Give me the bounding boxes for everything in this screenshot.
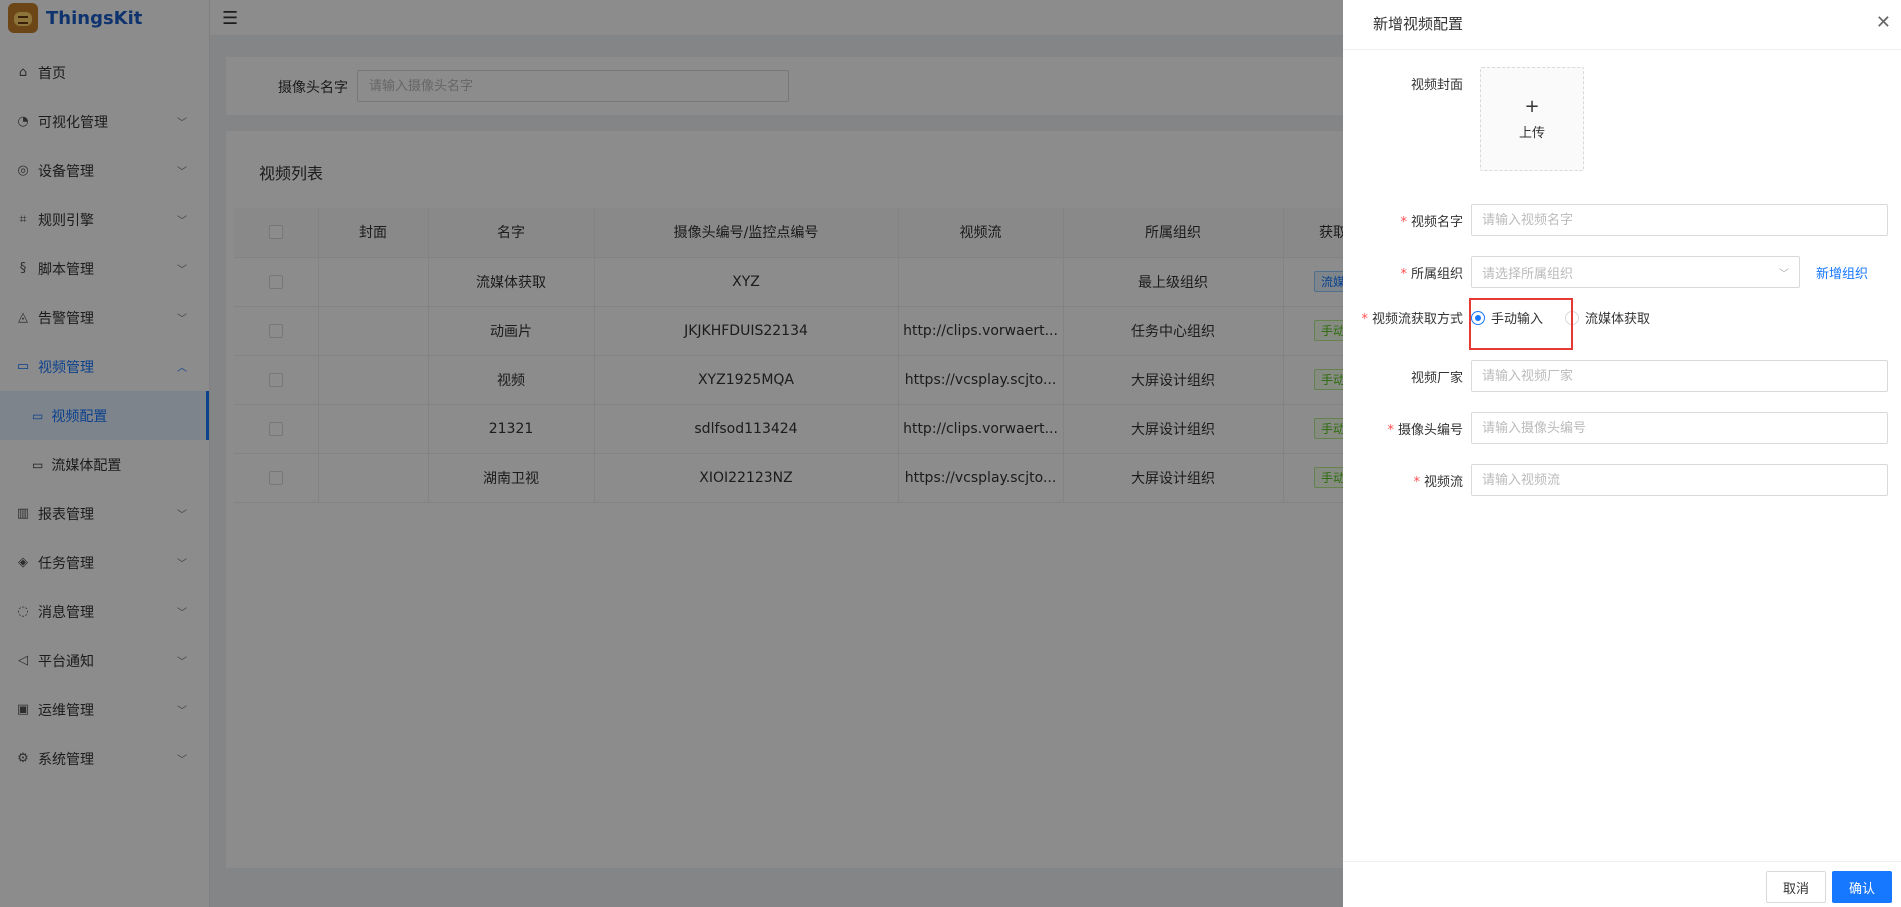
highlight-box <box>1469 298 1573 350</box>
org-select[interactable]: 请选择所属组织 ﹀ <box>1471 256 1800 288</box>
stream-row: * 视频流 <box>1343 464 1888 496</box>
camera-code-label: * 摄像头编号 <box>1387 422 1463 438</box>
video-stream-input[interactable] <box>1471 464 1888 496</box>
camera-code-row: * 摄像头编号 <box>1343 412 1888 444</box>
video-vendor-input[interactable] <box>1471 360 1888 392</box>
drawer-title: 新增视频配置 <box>1373 15 1464 33</box>
org-select-placeholder: 请选择所属组织 <box>1482 266 1574 282</box>
drawer-header: 新增视频配置 ✕ <box>1343 0 1901 50</box>
close-icon[interactable]: ✕ <box>1876 12 1891 33</box>
new-org-link[interactable]: 新增组织 <box>1816 263 1868 282</box>
video-name-input[interactable] <box>1471 204 1888 236</box>
name-label: * 视频名字 <box>1400 214 1463 230</box>
org-label: * 所属组织 <box>1400 266 1463 282</box>
add-video-config-drawer: 新增视频配置 ✕ 视频封面 + 上传 *视频名字 *所属组织 请选择所属组织 ﹀… <box>1343 0 1901 907</box>
upload-text: 上传 <box>1518 125 1545 141</box>
cover-upload-button[interactable]: + 上传 <box>1480 67 1584 171</box>
method-label: * 视频流获取方式 <box>1361 312 1463 327</box>
cancel-button[interactable]: 取消 <box>1766 871 1827 903</box>
name-row: * 视频名字 <box>1343 204 1888 236</box>
vendor-row: 视频厂家 <box>1343 360 1888 392</box>
confirm-button[interactable]: 确认 <box>1832 871 1893 903</box>
org-row: * 所属组织 请选择所属组织 ﹀ 新增组织 <box>1343 256 1868 288</box>
camera-code-input[interactable] <box>1471 412 1888 444</box>
chevron-down-icon: ﹀ <box>1779 268 1789 280</box>
vendor-label: 视频厂家 <box>1410 370 1463 386</box>
drawer-footer: 取消 确认 <box>1343 861 1901 907</box>
cover-row: 视频封面 <box>1343 74 1471 93</box>
radio-stream-media[interactable]: 流媒体获取 <box>1565 308 1650 327</box>
stream-label: * 视频流 <box>1413 474 1463 490</box>
cover-label: 视频封面 <box>1410 78 1463 93</box>
plus-icon: + <box>1524 95 1540 117</box>
